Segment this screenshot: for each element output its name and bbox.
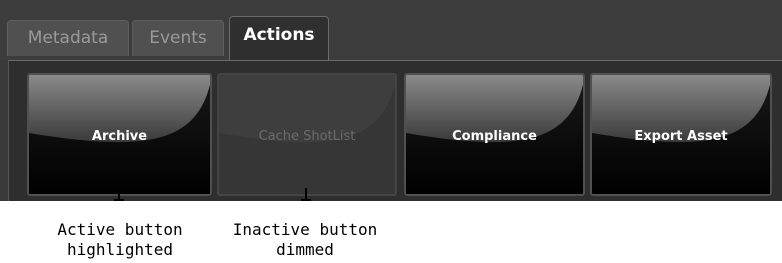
cache-shotlist-button: Cache ShotList bbox=[217, 73, 397, 196]
active-annotation: Active button highlighted bbox=[30, 220, 210, 260]
active-callout-base bbox=[114, 199, 124, 201]
inactive-annotation-line2: dimmed bbox=[276, 240, 334, 259]
archive-button[interactable]: Archive bbox=[27, 73, 212, 196]
compliance-button-label: Compliance bbox=[452, 129, 537, 144]
tab-events[interactable]: Events bbox=[132, 20, 224, 56]
active-annotation-line2: highlighted bbox=[67, 240, 173, 259]
export-asset-button[interactable]: Export Asset bbox=[590, 73, 772, 196]
inactive-callout-base bbox=[301, 199, 311, 201]
tab-actions[interactable]: Actions bbox=[229, 16, 329, 61]
inactive-annotation-line1: Inactive button bbox=[232, 220, 378, 239]
archive-button-label: Archive bbox=[91, 129, 148, 144]
inactive-annotation: Inactive button dimmed bbox=[210, 220, 400, 260]
export-asset-button-label: Export Asset bbox=[634, 129, 728, 144]
active-annotation-line1: Active button bbox=[57, 220, 183, 239]
cache-shotlist-button-label: Cache ShotList bbox=[258, 129, 356, 144]
compliance-button[interactable]: Compliance bbox=[404, 73, 585, 196]
tab-metadata[interactable]: Metadata bbox=[7, 20, 129, 56]
